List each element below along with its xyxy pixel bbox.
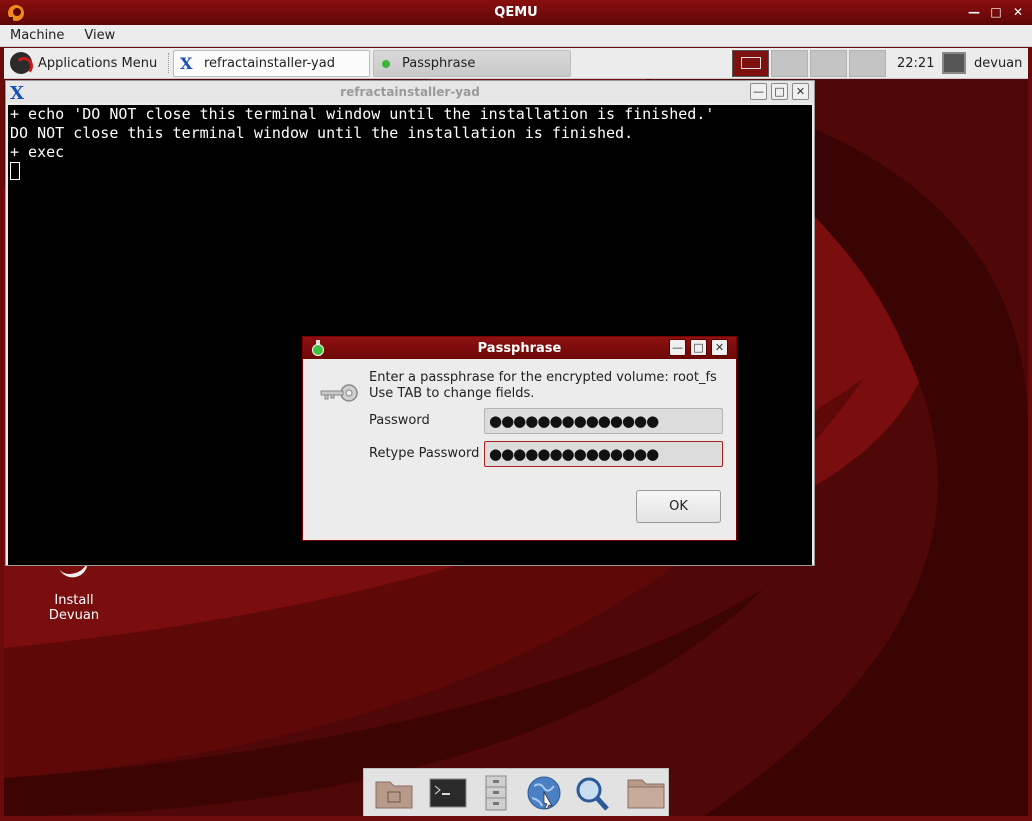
qemu-close-button[interactable]: ✕ — [1010, 4, 1026, 20]
taskbar-item-label: refractainstaller-yad — [204, 56, 335, 71]
workspace-switcher — [732, 50, 886, 77]
devuan-logo-icon — [10, 52, 33, 75]
applications-menu-button[interactable]: Applications Menu — [6, 50, 161, 76]
password-label: Password — [369, 413, 430, 428]
ok-button[interactable]: OK — [636, 490, 721, 523]
desktop-icon-label-1: Install — [54, 593, 94, 608]
workspace-3[interactable] — [810, 50, 847, 77]
qemu-maximize-button[interactable]: □ — [988, 4, 1004, 20]
guest-screen: Applications Menu X refractainstaller-ya… — [4, 48, 1028, 816]
panel-separator — [168, 53, 170, 73]
terminal-close-button[interactable]: ✕ — [792, 83, 809, 100]
panel-clock[interactable]: 22:21 — [897, 56, 934, 71]
applications-menu-label: Applications Menu — [38, 55, 158, 71]
password-field[interactable]: ●●●●●●●●●●●●●● — [484, 408, 723, 434]
web-browser-icon[interactable] — [520, 772, 568, 814]
workspace-2[interactable] — [771, 50, 808, 77]
terminal-line: + echo 'DO NOT close this terminal windo… — [10, 105, 715, 123]
folder-icon[interactable] — [622, 772, 670, 814]
terminal-minimize-button[interactable]: — — [750, 83, 767, 100]
user-name[interactable]: devuan — [974, 56, 1022, 71]
qemu-minimize-button[interactable]: — — [966, 4, 982, 20]
workspace-1[interactable] — [732, 50, 769, 77]
qemu-menubar: Machine View — [0, 25, 1032, 47]
key-icon — [320, 384, 358, 402]
terminal-maximize-button[interactable]: □ — [771, 83, 788, 100]
home-folder-icon[interactable] — [370, 772, 418, 814]
taskbar-item-passphrase[interactable]: Passphrase — [373, 50, 571, 77]
terminal-line: DO NOT close this terminal window until … — [10, 124, 634, 142]
terminal-icon[interactable] — [424, 772, 472, 814]
qemu-title: QEMU — [494, 5, 538, 20]
retype-password-label: Retype Password — [369, 446, 480, 461]
qemu-titlebar: QEMU — □ ✕ — [0, 0, 1032, 25]
retype-password-field[interactable]: ●●●●●●●●●●●●●● — [484, 441, 723, 467]
terminal-line: + exec — [10, 143, 65, 161]
passphrase-dialog: Passphrase — □ ✕ Enter a passphrase for … — [302, 336, 737, 541]
dock — [363, 768, 669, 816]
qemu-window: QEMU — □ ✕ Machine View Applications Men… — [0, 0, 1032, 821]
file-cabinet-icon[interactable] — [472, 772, 520, 814]
taskbar-item-label: Passphrase — [402, 56, 476, 71]
top-panel: Applications Menu X refractainstaller-ya… — [4, 48, 1028, 79]
dialog-minimize-button[interactable]: — — [669, 339, 686, 356]
dialog-close-button[interactable]: ✕ — [711, 339, 728, 356]
dialog-titlebar[interactable]: Passphrase — □ ✕ — [303, 337, 736, 359]
desktop-icon-label-2: Devuan — [48, 608, 100, 623]
menu-view[interactable]: View — [74, 28, 125, 43]
terminal-title: refractainstaller-yad — [340, 85, 480, 99]
menu-machine[interactable]: Machine — [0, 28, 74, 43]
terminal-titlebar[interactable]: X refractainstaller-yad — □ ✕ — [6, 81, 814, 104]
terminal-cursor — [10, 162, 20, 180]
dialog-message-line: Use TAB to change fields. — [369, 386, 535, 401]
taskbar-item-refractainstaller[interactable]: X refractainstaller-yad — [173, 50, 370, 77]
user-icon — [942, 52, 966, 74]
x-terminal-icon: X — [180, 53, 193, 73]
dialog-maximize-button[interactable]: □ — [690, 339, 707, 356]
green-dot-icon — [382, 59, 390, 68]
workspace-4[interactable] — [849, 50, 886, 77]
search-icon[interactable] — [568, 772, 616, 814]
dialog-message: Enter a passphrase for the encrypted vol… — [369, 370, 717, 402]
dialog-message-line: Enter a passphrase for the encrypted vol… — [369, 370, 717, 385]
